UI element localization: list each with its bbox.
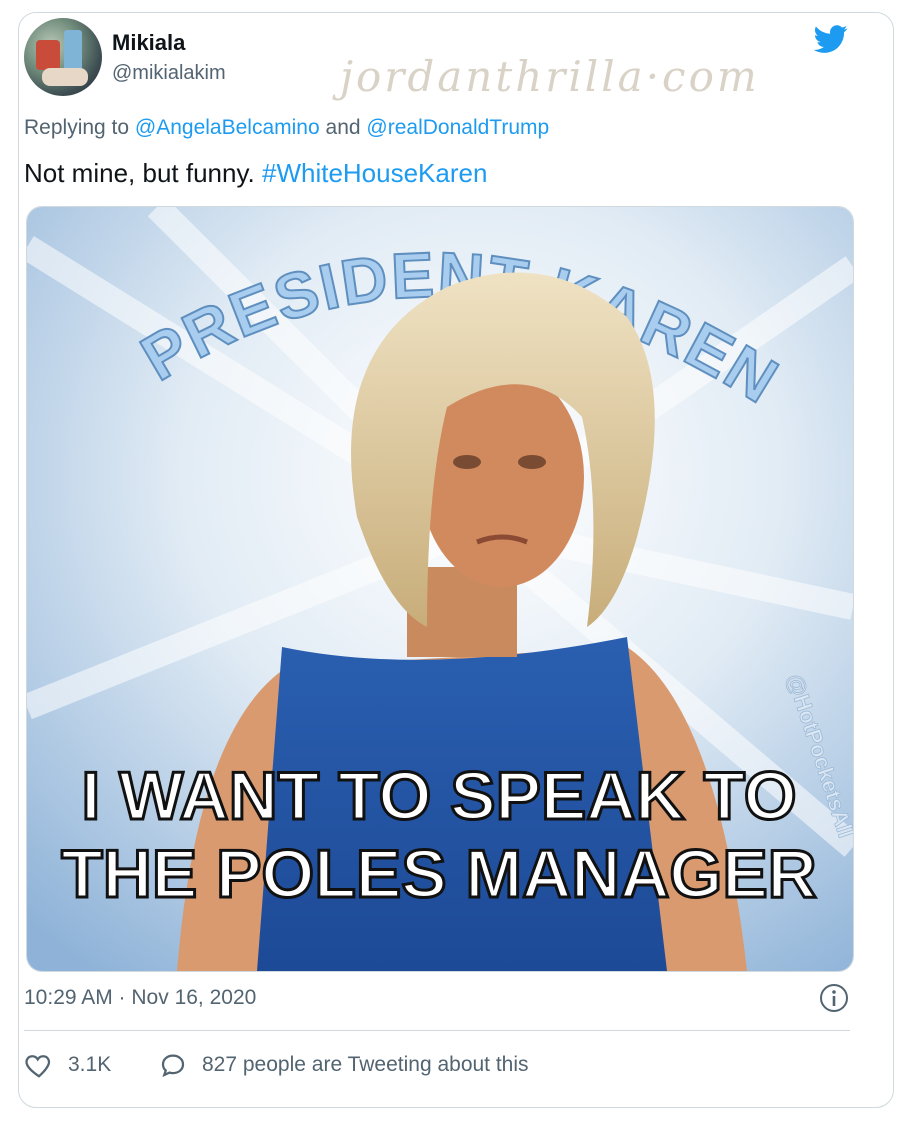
author-handle[interactable]: @mikialakim [112,62,226,85]
conversation-text: 827 people are Tweeting about this [202,1053,529,1076]
divider [24,1030,850,1031]
reply-and: and [325,116,361,139]
avatar[interactable] [24,18,102,96]
site-watermark: jordanthrilla·com [340,52,760,101]
hashtag-link[interactable]: #WhiteHouseKaren [262,158,487,188]
like-count: 3.1K [68,1053,112,1076]
like-button[interactable]: 3.1K [24,1050,111,1080]
reply-user-link[interactable]: @AngelaBelcamino [135,116,320,139]
tweet-media-image[interactable]: PRESIDENT KAREN I WANT TO SPEAK TO THE P… [26,206,854,972]
reply-user-link[interactable]: @realDonaldTrump [366,116,549,139]
avatar-detail [36,40,60,70]
reply-prefix: Replying to [24,116,130,139]
avatar-detail [64,30,82,70]
comment-bubble-icon [161,1054,185,1078]
meme-image: PRESIDENT KAREN I WANT TO SPEAK TO THE P… [27,207,853,971]
tweet-text: Not mine, but funny. #WhiteHouseKaren [24,158,487,189]
caption-line-1: I WANT TO SPEAK TO [81,758,796,834]
avatar-detail [42,68,88,86]
conversation-link[interactable]: 827 people are Tweeting about this [158,1050,529,1080]
twitter-bird-icon[interactable] [812,22,850,56]
tweet-timestamp[interactable]: 10:29 AM · Nov 16, 2020 [24,986,256,1010]
info-icon[interactable] [818,982,850,1014]
replying-to-line: Replying to @AngelaBelcamino and @realDo… [24,116,549,140]
author-name[interactable]: Mikiala [112,30,185,56]
tweet-body: Not mine, but funny. [24,158,255,188]
heart-icon [25,1055,51,1078]
caption-line-2: THE POLES MANAGER [61,836,817,912]
